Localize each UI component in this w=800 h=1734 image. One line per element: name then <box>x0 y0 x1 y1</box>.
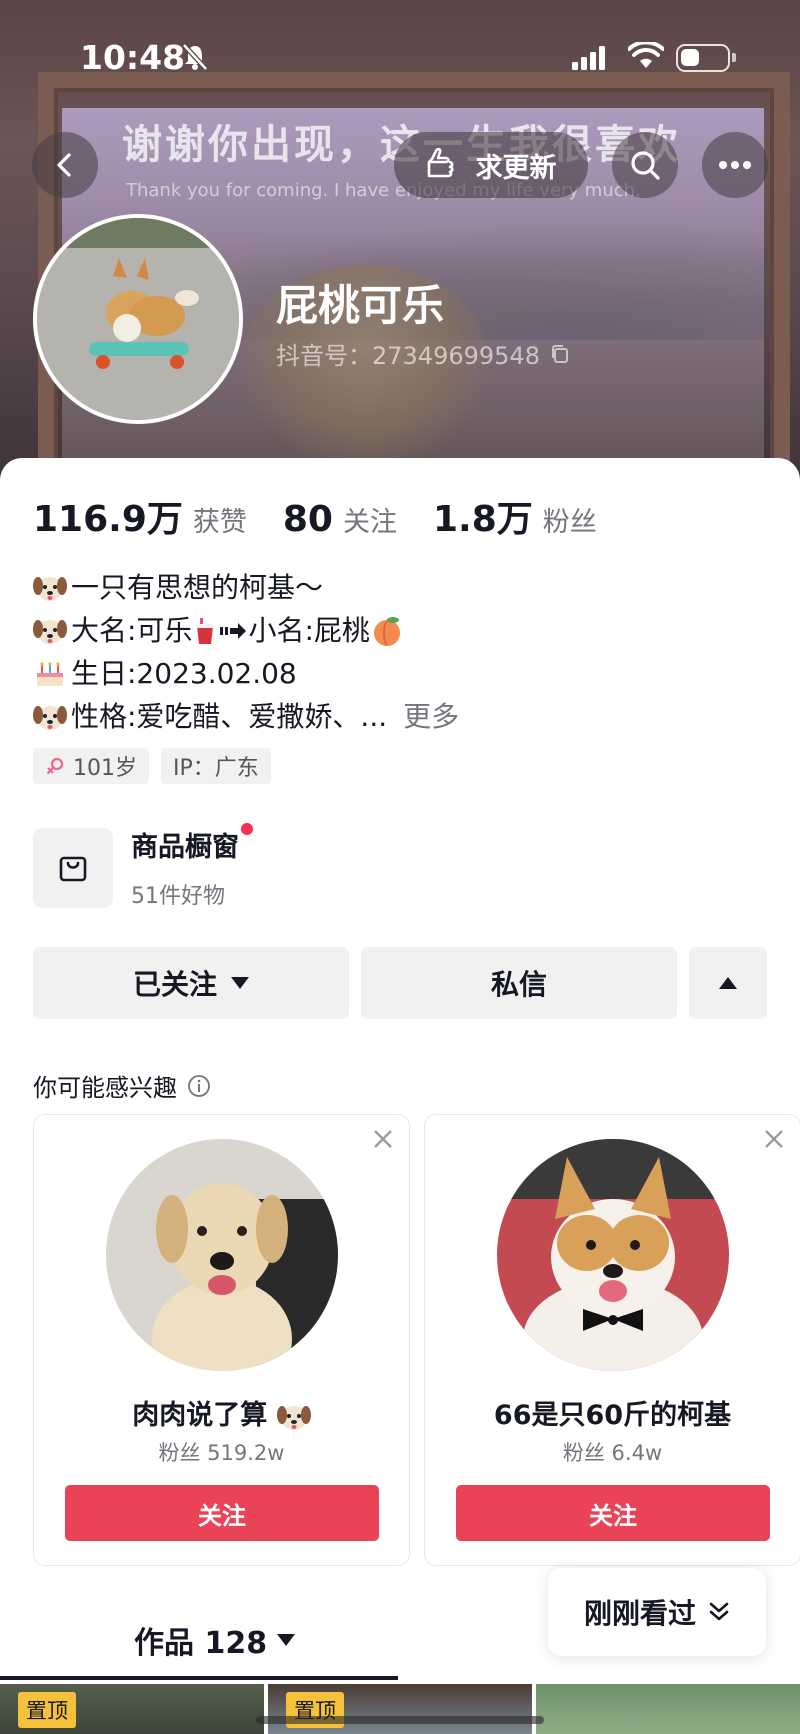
shop-icon-box <box>33 827 113 908</box>
douyin-id-text: 抖音号：27349699548 <box>276 342 540 370</box>
dog-face-icon <box>33 619 67 644</box>
peach-icon <box>373 616 400 646</box>
battery-icon <box>676 44 736 72</box>
arrow-right-icon <box>220 622 247 639</box>
shopping-bag-icon <box>59 856 87 881</box>
search-button[interactable] <box>612 132 678 198</box>
bio-line-2a: 大名:可乐 <box>71 614 193 647</box>
copy-icon[interactable] <box>550 344 570 364</box>
profile-tags: 101岁 IP：广东 <box>33 748 271 784</box>
cola-cup-icon <box>196 617 215 644</box>
mute-bell-icon <box>180 42 210 76</box>
bio-line: 性格:爱吃醋、爱撒娇、... 更多 <box>33 695 459 738</box>
ip-location-tag: IP：广东 <box>161 748 271 784</box>
shop-window-entry[interactable]: 商品橱窗 51件好物 <box>33 823 253 910</box>
bio-line: 一只有思想的柯基～ <box>33 566 459 609</box>
wifi-icon <box>627 40 665 74</box>
recommend-avatar[interactable] <box>106 1139 338 1371</box>
caret-down-icon <box>277 1634 296 1646</box>
info-icon[interactable] <box>187 1074 211 1098</box>
followers-count[interactable]: 1.8万 <box>433 490 533 542</box>
more-options-button[interactable] <box>702 132 768 198</box>
age-text: 101岁 <box>73 756 137 781</box>
close-icon[interactable] <box>764 1129 784 1149</box>
caret-down-icon <box>231 977 249 989</box>
status-time: 10:48 <box>80 38 186 77</box>
shop-title-text: 商品橱窗 <box>131 832 239 863</box>
shop-title: 商品橱窗 <box>131 823 253 864</box>
recommend-avatar[interactable] <box>497 1139 729 1371</box>
recommend-card[interactable]: 肉肉说了算 粉丝 519.2w 关注 <box>33 1114 410 1566</box>
bio-line-4: 性格:爱吃醋、爱撒娇、... <box>71 700 388 733</box>
request-update-label: 求更新 <box>475 152 557 184</box>
avatar[interactable] <box>33 214 243 424</box>
bio-line-3: 生日:2023.02.08 <box>71 657 297 690</box>
dog-face-icon <box>33 705 67 730</box>
douyin-id-row[interactable]: 抖音号：27349699548 <box>276 336 570 371</box>
video-thumbnail[interactable]: 置顶 <box>0 1684 264 1734</box>
bio[interactable]: 一只有思想的柯基～ 大名:可乐 小名:屁桃 生日:2023.02.08 性格:爱… <box>33 566 459 738</box>
message-button[interactable]: 私信 <box>361 947 677 1019</box>
bio-line-1: 一只有思想的柯基～ <box>71 571 324 604</box>
collapse-recommend-button[interactable] <box>689 947 767 1019</box>
caret-up-icon <box>719 977 737 989</box>
recommend-title-text: 你可能感兴趣 <box>33 1074 177 1102</box>
shop-notification-dot <box>241 823 253 835</box>
recommend-fans: 粉丝 6.4w <box>562 1441 663 1465</box>
pinned-badge: 置顶 <box>18 1692 76 1728</box>
more-dots-icon <box>719 161 751 169</box>
works-tab-underline <box>0 1676 398 1680</box>
action-buttons: 已关注 私信 <box>33 947 767 1019</box>
double-chevron-down-icon <box>709 1602 729 1621</box>
female-symbol-icon <box>46 757 64 775</box>
following-count[interactable]: 80 <box>283 499 333 540</box>
bio-line-2b: 小名:屁桃 <box>248 614 370 647</box>
chevron-left-icon <box>57 153 71 177</box>
recommend-card[interactable]: 66是只60斤的柯基 粉丝 6.4w 关注 <box>424 1114 800 1566</box>
likes-count: 116.9万 <box>33 499 183 540</box>
recommend-follow-button[interactable]: 关注 <box>65 1485 379 1541</box>
birthday-cake-icon <box>37 661 63 686</box>
message-label: 私信 <box>490 968 547 1001</box>
signal-icon <box>572 46 606 74</box>
recommend-fans: 粉丝 519.2w <box>158 1441 285 1465</box>
followed-button[interactable]: 已关注 <box>33 947 349 1019</box>
ip-text: IP：广东 <box>173 756 259 781</box>
gender-age-tag: 101岁 <box>33 748 149 784</box>
just-viewed-label: 刚刚看过 <box>583 1597 696 1630</box>
followed-label: 已关注 <box>132 968 217 1001</box>
request-update-button[interactable]: 求更新 <box>394 132 588 198</box>
close-icon[interactable] <box>373 1129 393 1149</box>
dog-face-icon <box>276 1405 311 1430</box>
recommend-name-text: 肉肉说了算 <box>132 1400 268 1431</box>
bio-more-link[interactable]: 更多 <box>403 695 459 738</box>
works-tab-label: 作品 128 <box>134 1626 268 1661</box>
corgi-bowtie-photo <box>497 1139 729 1371</box>
recommend-name: 66是只60斤的柯基 <box>493 1400 732 1431</box>
video-thumbnail[interactable] <box>536 1684 800 1734</box>
corgi-skateboard-photo <box>37 218 239 420</box>
works-grid: 置顶 置顶 <box>0 1684 800 1734</box>
search-icon <box>631 151 660 180</box>
just-viewed-button[interactable]: 刚刚看过 <box>548 1568 766 1656</box>
profile-name: 屁桃可乐 <box>276 281 445 330</box>
recommend-section-title: 你可能感兴趣 <box>33 1068 211 1103</box>
back-button[interactable] <box>32 132 98 198</box>
recommend-name: 肉肉说了算 <box>34 1393 409 1432</box>
stats-row: 116.9万 获赞 80 关注 1.8万 粉丝 <box>33 490 633 542</box>
followers-label[interactable]: 粉丝 <box>543 500 597 539</box>
labrador-photo <box>106 1139 338 1371</box>
following-label[interactable]: 关注 <box>343 500 397 539</box>
bio-line: 生日:2023.02.08 <box>33 652 459 695</box>
tab-works[interactable]: 作品 128 <box>134 1618 296 1662</box>
likes-label: 获赞 <box>192 507 247 538</box>
recommend-follow-button[interactable]: 关注 <box>456 1485 770 1541</box>
shop-subtitle: 51件好物 <box>131 884 225 909</box>
bio-line: 大名:可乐 小名:屁桃 <box>33 609 459 652</box>
home-indicator <box>256 1716 544 1724</box>
video-thumbnail[interactable]: 置顶 <box>268 1684 532 1734</box>
dog-face-icon <box>33 576 67 601</box>
pointing-hand-icon <box>427 148 454 178</box>
